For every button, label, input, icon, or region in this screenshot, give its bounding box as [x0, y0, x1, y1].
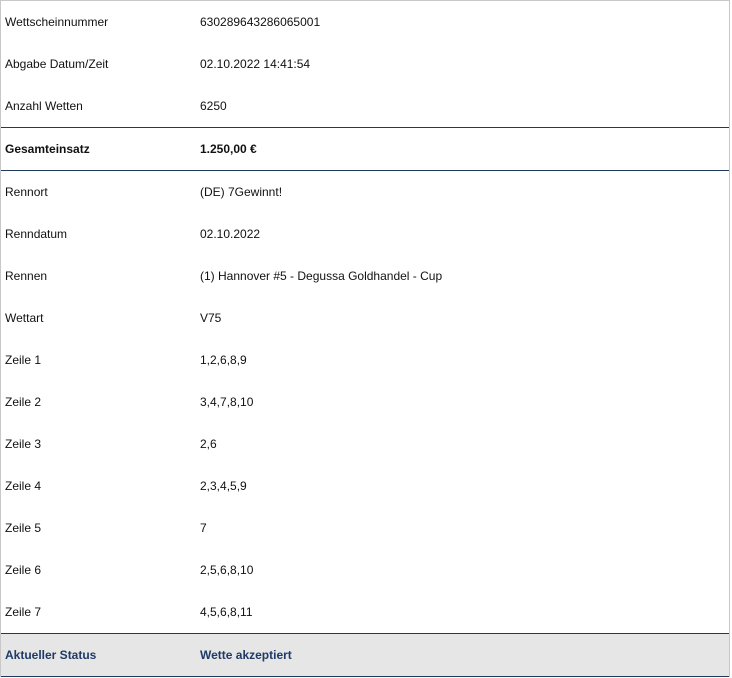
row-label: Anzahl Wetten — [5, 99, 83, 113]
row-race-date: Renndatum 02.10.2022 — [1, 213, 729, 255]
row-line-7: Zeile 7 4,5,6,8,11 — [1, 591, 729, 633]
status-value: Wette akzeptiert — [200, 648, 292, 662]
row-value: 4,5,6,8,11 — [200, 605, 253, 619]
row-venue: Rennort (DE) 7Gewinnt! — [1, 171, 729, 213]
row-total-stake: Gesamteinsatz 1.250,00 € — [1, 128, 729, 170]
row-label: Wettscheinnummer — [5, 15, 109, 29]
row-line-6: Zeile 6 2,5,6,8,10 — [1, 549, 729, 591]
divider — [1, 676, 729, 677]
row-bet-type: Wettart V75 — [1, 297, 729, 339]
row-submit-datetime: Abgabe Datum/Zeit 02.10.2022 14:41:54 — [1, 43, 729, 85]
row-value: V75 — [200, 311, 222, 325]
row-value: 2,6 — [200, 437, 217, 451]
row-value: 02.10.2022 — [200, 227, 261, 241]
row-label: Abgabe Datum/Zeit — [5, 57, 109, 71]
row-value: 3,4,7,8,10 — [200, 395, 254, 409]
row-value: 2,5,6,8,10 — [200, 563, 254, 577]
row-ticket-number: Wettscheinnummer 630289643286065001 — [1, 1, 729, 43]
row-label: Rennen — [5, 269, 48, 283]
row-line-4: Zeile 4 2,3,4,5,9 — [1, 465, 729, 507]
row-value: 02.10.2022 14:41:54 — [200, 57, 311, 71]
row-line-1: Zeile 1 1,2,6,8,9 — [1, 339, 729, 381]
row-label: Rennort — [5, 185, 48, 199]
row-value: 1,2,6,8,9 — [200, 353, 247, 367]
row-value: (DE) 7Gewinnt! — [200, 185, 283, 199]
row-line-5: Zeile 5 7 — [1, 507, 729, 549]
bet-ticket: Wettscheinnummer 630289643286065001 Abga… — [0, 0, 730, 677]
row-label: Renndatum — [5, 227, 68, 241]
row-label: Zeile 6 — [5, 563, 42, 577]
row-label: Zeile 2 — [5, 395, 42, 409]
row-label: Zeile 1 — [5, 353, 42, 367]
row-line-2: Zeile 2 3,4,7,8,10 — [1, 381, 729, 423]
row-label: Zeile 5 — [5, 521, 42, 535]
row-label: Zeile 7 — [5, 605, 42, 619]
row-label: Zeile 3 — [5, 437, 42, 451]
row-value: (1) Hannover #5 - Degussa Goldhandel - C… — [200, 269, 443, 283]
row-value: 1.250,00 € — [200, 142, 257, 156]
row-label: Zeile 4 — [5, 479, 42, 493]
row-label: Aktueller Status — [5, 648, 97, 662]
row-value: 630289643286065001 — [200, 15, 321, 29]
row-race: Rennen (1) Hannover #5 - Degussa Goldhan… — [1, 255, 729, 297]
row-value: 2,3,4,5,9 — [200, 479, 247, 493]
row-value: 7 — [200, 521, 207, 535]
row-current-status: Aktueller Status Wette akzeptiert — [1, 634, 729, 676]
row-value: 6250 — [200, 99, 227, 113]
row-label: Gesamteinsatz — [5, 142, 90, 156]
row-bet-count: Anzahl Wetten 6250 — [1, 85, 729, 127]
row-line-3: Zeile 3 2,6 — [1, 423, 729, 465]
row-label: Wettart — [5, 311, 44, 325]
